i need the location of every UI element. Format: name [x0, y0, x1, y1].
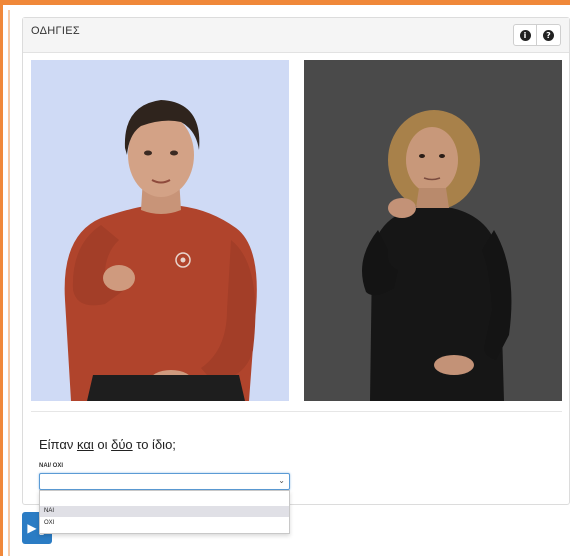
question-prefix: Είπαν — [39, 437, 77, 452]
chevron-down-icon: ⌄ — [278, 476, 285, 485]
question-suffix: το ίδιο; — [132, 437, 176, 452]
option-yes[interactable]: ΝΑΙ — [40, 506, 289, 517]
info-icon: i — [519, 29, 531, 41]
left-accent-line — [8, 10, 10, 556]
option-no[interactable]: ΟΧΙ — [40, 518, 289, 529]
top-accent-bar — [0, 0, 570, 5]
panel-title: ΟΔΗΓΙΕΣ — [31, 25, 80, 37]
avatar-sign-video[interactable] — [31, 60, 289, 401]
signer-figure — [362, 110, 512, 401]
question-text: Είπαν και οι δύο το ίδιο; — [39, 437, 176, 452]
question-word-dyo: δύο — [111, 437, 133, 452]
answer-dropdown-list: ΝΑΙ ΟΧΙ — [39, 490, 290, 534]
content-divider — [31, 411, 562, 412]
help-button[interactable]: ? — [537, 24, 561, 46]
option-blank[interactable] — [40, 494, 289, 505]
question-word-kai: και — [76, 437, 94, 452]
avatar-figure — [64, 100, 257, 401]
help-icon: ? — [543, 29, 554, 41]
info-button[interactable]: i — [513, 24, 537, 46]
left-accent-bar — [0, 0, 3, 556]
instructions-panel: ΟΔΗΓΙΕΣ i ? Είπαν και οι δύο το ίδιο; ΝΑ… — [22, 17, 570, 505]
header-buttons: i ? — [513, 24, 561, 46]
panel-header: ΟΔΗΓΙΕΣ i ? — [23, 18, 569, 53]
select-label: ΝΑΙ/ ΟΧΙ — [39, 463, 64, 469]
answer-select[interactable]: ⌄ — [39, 473, 290, 490]
human-sign-video[interactable] — [304, 60, 562, 401]
question-middle: οι — [93, 437, 112, 452]
